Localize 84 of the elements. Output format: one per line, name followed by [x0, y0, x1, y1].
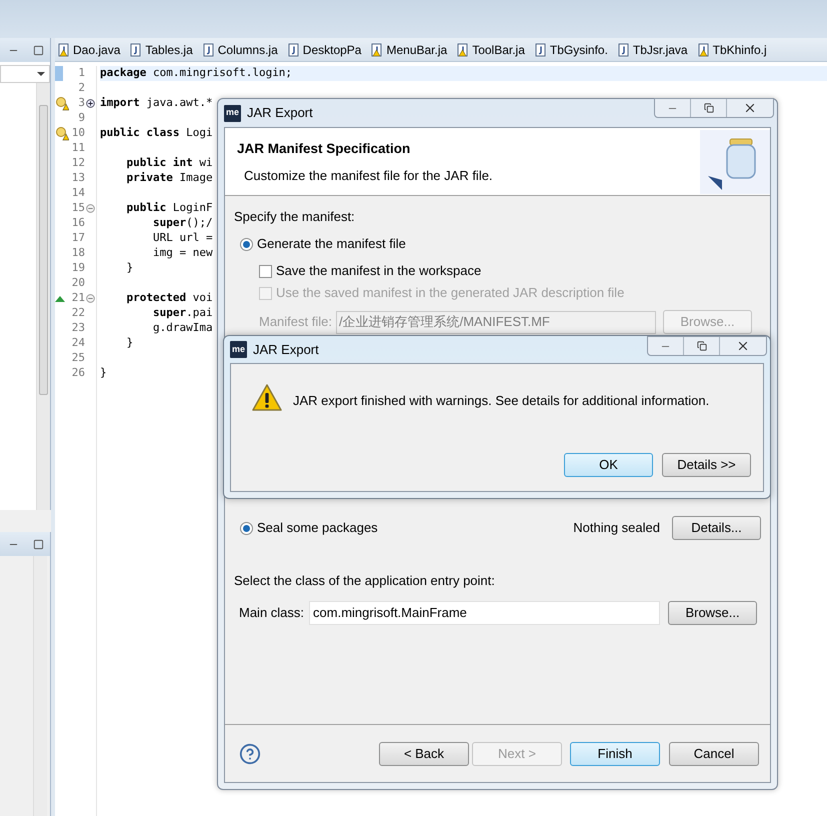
code-line: }: [100, 365, 107, 382]
radio-button[interactable]: Generate the manifest file: [240, 236, 761, 252]
default-button[interactable]: OK: [564, 453, 653, 477]
code-line: }: [125, 260, 134, 276]
line-number: 21: [70, 290, 85, 306]
code-line: img = new: [152, 245, 213, 262]
line-number: 9: [77, 110, 85, 126]
main-class-field[interactable]: com.mingrisoft.MainFrame: [309, 601, 660, 625]
line-number: 20: [70, 275, 85, 292]
line-number: 2: [77, 80, 85, 96]
code-line: super();/: [152, 215, 213, 232]
collapse-icon[interactable]: [86, 294, 95, 303]
code-line: public int wi: [126, 155, 213, 172]
editor-tab[interactable]: TbKhinfo.j: [696, 40, 771, 58]
editor-tab[interactable]: Columns.ja: [202, 40, 282, 58]
push-button[interactable]: Details...: [672, 516, 761, 540]
scrollbar[interactable]: [36, 83, 50, 510]
collapse-icon[interactable]: [86, 204, 95, 213]
code-line: public LoginF: [126, 200, 213, 216]
close-icon: [736, 339, 750, 353]
code-line: }: [125, 335, 134, 352]
push-button[interactable]: < Back: [379, 742, 469, 766]
line-number: 22: [70, 305, 85, 322]
line-number: 16: [70, 215, 85, 232]
dropdown-arrow-icon: [37, 72, 45, 76]
page-heading: JAR Manifest Specification: [237, 140, 412, 158]
restore-icon: [696, 341, 706, 351]
expand-icon[interactable]: [86, 99, 95, 108]
line-number: 25: [70, 350, 85, 366]
push-button[interactable]: Details >>: [662, 453, 751, 477]
line-number: 19: [70, 260, 85, 276]
code-line: URL url =: [152, 230, 213, 246]
field-label: Main class:: [239, 605, 304, 621]
status-text: Nothing sealed: [573, 520, 660, 536]
help-icon[interactable]: [239, 742, 261, 764]
code-line: g.drawIma: [152, 320, 213, 336]
line-number: 24: [70, 335, 85, 352]
scrollbar[interactable]: [33, 556, 47, 816]
line-number: 14: [70, 185, 85, 202]
line-number: 10: [70, 125, 85, 142]
line-number: 17: [70, 230, 85, 246]
code-line: package com.mingrisoft.login;: [100, 65, 292, 82]
line-number: 15: [70, 200, 85, 216]
line-number: 3: [77, 95, 85, 112]
line-number: 11: [70, 140, 85, 156]
editor-tab[interactable]: DesktopPa: [286, 40, 366, 58]
section-label: Select the class of the application entry point:: [234, 573, 496, 589]
editor-tab[interactable]: Tables.ja: [129, 40, 197, 58]
maximize-icon[interactable]: [33, 538, 44, 550]
restore-icon: [704, 103, 714, 113]
line-number: 12: [70, 155, 85, 172]
line-number: 23: [70, 320, 85, 336]
page-description: Customize the manifest file for the JAR file.: [243, 167, 493, 186]
default-button[interactable]: Finish: [570, 742, 660, 766]
line-number: 1: [77, 65, 85, 82]
message-text: JAR export finished with warnings. See details for additional information.: [293, 392, 710, 410]
line-number: 13: [70, 170, 85, 186]
maximize-icon[interactable]: [33, 44, 44, 56]
line-number: 26: [70, 365, 85, 382]
radio-button[interactable]: Seal some packages: [240, 520, 378, 536]
app-logo: me: [224, 104, 241, 122]
code-line: protected voi: [126, 290, 213, 306]
line-number: 18: [70, 245, 85, 262]
code-line: import java.awt.*: [100, 95, 213, 112]
editor-tab[interactable]: ToolBar.ja: [456, 40, 529, 58]
section-label: Specify the manifest:: [234, 209, 356, 225]
editor-tab[interactable]: Dao.java: [57, 40, 124, 58]
code-line: public class Logi: [100, 125, 213, 142]
code-line: super.pai: [152, 305, 213, 322]
editor-tab[interactable]: MenuBar.ja: [370, 40, 452, 58]
push-button[interactable]: Browse...: [668, 601, 758, 625]
lightbulb-warning-icon: [55, 96, 69, 110]
warning-icon: [251, 383, 283, 413]
field-label: Manifest file:: [259, 314, 332, 330]
lightbulb-warning-icon: [55, 126, 69, 140]
checkbox[interactable]: Save the manifest in the workspace: [259, 263, 761, 279]
app-logo: me: [230, 341, 247, 358]
editor-tab[interactable]: TbJsr.java: [616, 40, 692, 58]
push-button[interactable]: Cancel: [669, 742, 759, 766]
editor-tab[interactable]: TbGysinfo.: [534, 40, 612, 58]
close-icon: [743, 101, 757, 115]
code-line: private Image: [126, 170, 213, 186]
window-title: JAR Export: [253, 340, 319, 359]
window-title: JAR Export: [247, 104, 313, 122]
